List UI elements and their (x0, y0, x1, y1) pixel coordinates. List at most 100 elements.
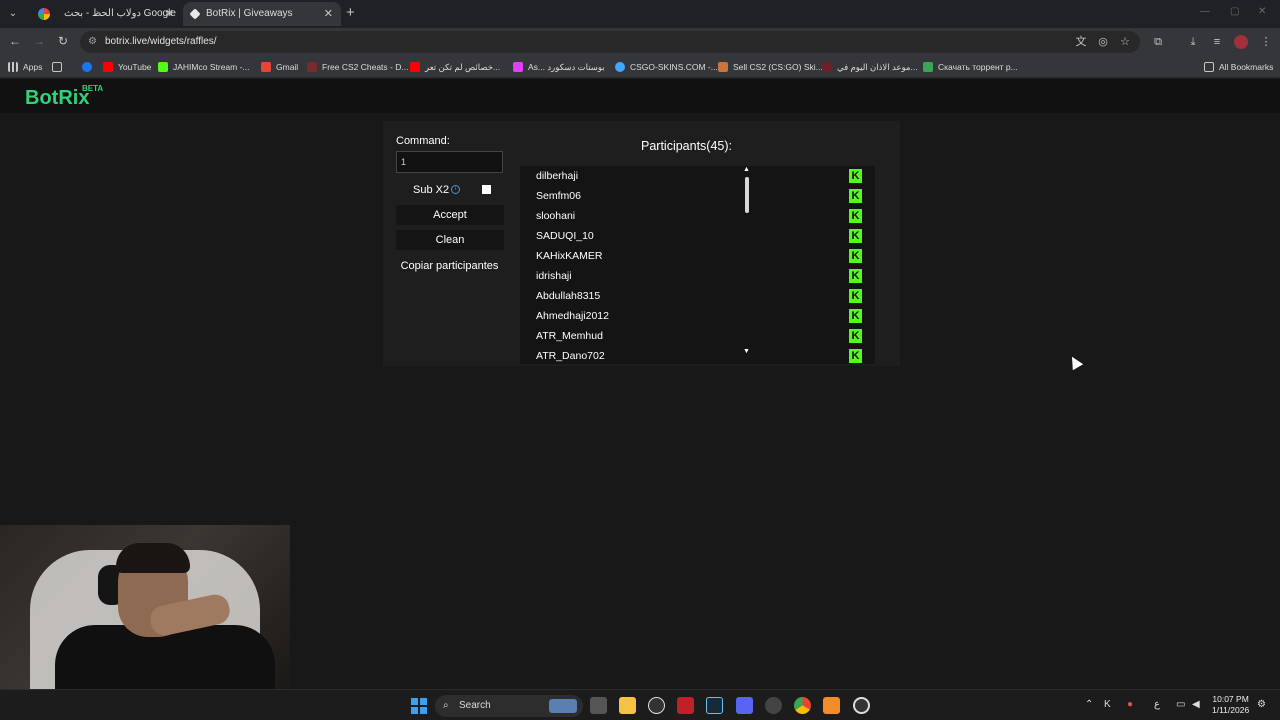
bookmark-yt-arabic[interactable]: خصائص لم تكن تعر... (410, 60, 500, 74)
reload-icon[interactable]: ↻ (55, 34, 71, 48)
eye-off-icon[interactable]: ◎ (1095, 34, 1111, 50)
kick-icon: K (849, 209, 862, 223)
taskbar-search[interactable]: ⌕ Search (435, 695, 583, 717)
task-view-icon[interactable] (590, 697, 607, 714)
list-item: idrishaji K (520, 266, 862, 286)
tab-google-search[interactable]: دولاب الحظ - بحث Google ✕ (26, 2, 182, 26)
tray-chevron-icon[interactable]: ⌃ (1085, 699, 1093, 710)
sub-x2-checkbox[interactable] (482, 185, 491, 194)
youtube-icon (410, 62, 420, 72)
list-item: SADUQI_10 K (520, 226, 862, 246)
close-icon[interactable]: ✕ (324, 2, 333, 26)
clean-button[interactable]: Clean (396, 230, 504, 250)
folder-icon (1204, 62, 1214, 72)
list-item: Semfm06 K (520, 186, 862, 206)
command-input[interactable] (396, 151, 503, 173)
search-icon: ⌕ (443, 700, 449, 711)
menu-icon[interactable]: ⋮ (1258, 34, 1274, 50)
media-icon[interactable]: ≡ (1209, 34, 1225, 50)
translate-icon[interactable]: 文 (1073, 34, 1089, 50)
skin-icon (718, 62, 728, 72)
riot-icon[interactable] (677, 697, 694, 714)
scrollbar-thumb[interactable] (745, 177, 749, 213)
kick-icon: K (849, 289, 862, 303)
list-item: sloohani K (520, 206, 862, 226)
volume-icon[interactable]: ◀ (1192, 699, 1200, 710)
bookmark-cs2-cheats[interactable]: Free CS2 Cheats - D... (307, 60, 408, 74)
forward-icon[interactable]: → (31, 34, 47, 48)
gem-icon (513, 62, 523, 72)
discord-icon[interactable] (736, 697, 753, 714)
globe-icon (615, 62, 625, 72)
kick-icon: K (849, 229, 862, 243)
info-icon[interactable]: i (451, 185, 460, 194)
windows-start-icon[interactable] (411, 698, 427, 714)
participants-list[interactable]: dilberhaji K Semfm06 K sloohani K SADUQI_10… (520, 166, 875, 364)
clock[interactable]: 10:07 PM 1/11/2026 (1212, 694, 1249, 716)
chrome-icon[interactable] (794, 697, 811, 714)
kick-icon: K (849, 329, 862, 343)
scroll-up-icon[interactable]: ▲ (743, 166, 750, 173)
obs-icon[interactable] (853, 697, 870, 714)
bookmark-youtube[interactable]: YouTube (103, 60, 151, 74)
maximize-icon[interactable]: ▢ (1230, 6, 1239, 17)
logitech-icon[interactable] (648, 697, 665, 714)
bookmark-gmail[interactable]: Gmail (261, 60, 298, 74)
bookmark-apps[interactable]: Apps (8, 60, 42, 74)
new-tab-icon[interactable]: + (346, 4, 355, 21)
bookmark-sell-cs2[interactable]: Sell CS2 (CS:GO) Ski... (718, 60, 823, 74)
youtube-icon (103, 62, 113, 72)
kick-icon: K (849, 309, 862, 323)
bookmark-discord-posts[interactable]: As... بوستات دسكورد (513, 60, 605, 74)
botrix-favicon-icon (189, 8, 201, 20)
kick-tray-icon[interactable]: K (1104, 699, 1111, 710)
kick-icon: K (849, 269, 862, 283)
tab-search-dropdown-icon[interactable]: ⌄ (5, 6, 21, 22)
raffle-panel: Command: Sub X2 i Accept Clean Copiar pa… (383, 121, 900, 366)
bookmark-jahimco[interactable]: JAHIMco Stream -... (158, 60, 250, 74)
facebook-icon (82, 62, 92, 72)
google-icon (38, 8, 50, 20)
steam-icon[interactable] (706, 697, 723, 714)
skull-icon (307, 62, 317, 72)
extensions-icon[interactable]: ⧉ (1150, 34, 1166, 50)
mosque-icon (822, 62, 832, 72)
bookmark-all[interactable]: All Bookmarks (1204, 60, 1273, 74)
app-header: BotRix BETA (0, 79, 1280, 113)
file-explorer-icon[interactable] (619, 697, 636, 714)
search-highlight-icon (549, 699, 577, 713)
scroll-down-icon[interactable]: ▼ (743, 348, 750, 355)
kick-icon: K (849, 249, 862, 263)
accept-button[interactable]: Accept (396, 205, 504, 225)
person-hair (116, 543, 190, 573)
address-bar[interactable]: ⚙ botrix.live/widgets/raffles/ (80, 31, 1140, 53)
site-settings-icon[interactable]: ⚙ (88, 31, 97, 53)
network-icon[interactable]: ▭ (1176, 699, 1185, 710)
vlc-icon[interactable] (823, 697, 840, 714)
back-icon[interactable]: ← (7, 34, 23, 48)
download-icon[interactable]: ⤓ (1185, 34, 1201, 50)
botrix-logo[interactable]: BotRix (25, 87, 89, 110)
notifications-icon[interactable]: ⚙ (1257, 699, 1266, 710)
bookmark-torrent[interactable]: Скачать торрент р... (923, 60, 1018, 74)
app-icon[interactable] (765, 697, 782, 714)
bookmark-prayer-times[interactable]: موعد الاذان اليوم في... (822, 60, 918, 74)
close-window-icon[interactable]: ✕ (1258, 6, 1266, 17)
grid-icon (52, 62, 62, 72)
kick-icon: K (849, 169, 862, 183)
minimize-icon[interactable]: — (1200, 6, 1210, 17)
close-icon[interactable]: ✕ (165, 2, 174, 26)
browser-toolbar: ← → ↻ ⚙ botrix.live/widgets/raffles/ 文 ◎… (0, 28, 1280, 56)
language-indicator[interactable]: ع (1154, 699, 1160, 710)
profile-avatar[interactable] (1234, 35, 1248, 49)
tab-strip: ⌄ دولاب الحظ - بحث Google ✕ BotRix | Giv… (0, 0, 1280, 28)
bookmark-csgo-skins[interactable]: CSGO-SKINS.COM -... (615, 60, 718, 74)
kick-icon (158, 62, 168, 72)
mic-icon[interactable]: ● (1127, 699, 1133, 710)
copy-participants-button[interactable]: Copiar participantes (389, 256, 510, 276)
tab-botrix[interactable]: BotRix | Giveaways ✕ (183, 2, 341, 26)
star-icon[interactable]: ☆ (1117, 34, 1133, 50)
list-item: dilberhaji K (520, 166, 862, 186)
webcam-overlay (0, 525, 290, 690)
beta-badge: BETA (82, 84, 104, 93)
